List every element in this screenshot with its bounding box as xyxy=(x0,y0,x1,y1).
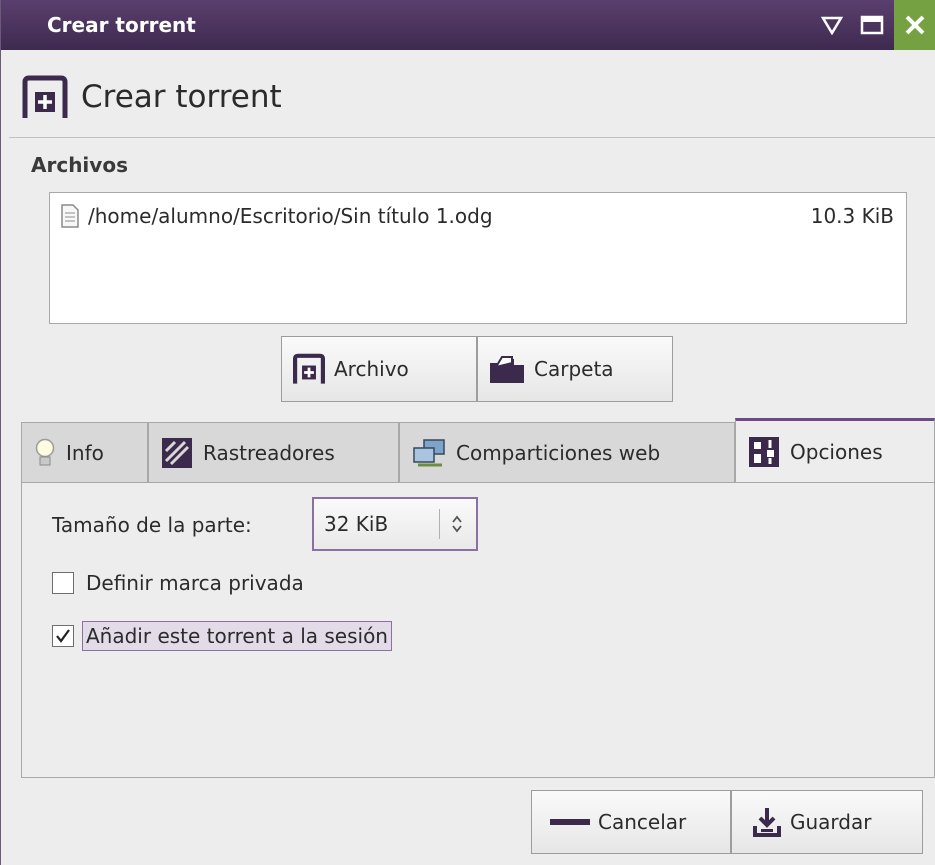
private-flag-checkbox[interactable] xyxy=(52,572,74,594)
select-divider xyxy=(439,509,440,539)
cancel-button[interactable]: Cancelar xyxy=(531,790,731,854)
tab-options[interactable]: Opciones xyxy=(735,418,935,482)
close-button[interactable] xyxy=(894,0,935,50)
tab-web-seeds-label: Comparticiones web xyxy=(456,440,661,465)
add-folder-button[interactable]: Carpeta xyxy=(477,336,673,402)
piece-size-value: 32 KiB xyxy=(324,512,389,536)
tab-info[interactable]: Info xyxy=(21,422,148,482)
minus-icon xyxy=(550,819,590,825)
files-section-label: Archivos xyxy=(31,153,128,177)
add-to-session-label: Añadir este torrent a la sesión xyxy=(82,621,392,651)
options-icon xyxy=(749,436,779,467)
updown-arrows-icon xyxy=(452,515,462,533)
file-size: 10.3 KiB xyxy=(810,204,894,228)
save-label: Guardar xyxy=(790,810,872,834)
tab-options-label: Opciones xyxy=(790,439,883,464)
dialog-heading: Crear torrent xyxy=(81,79,282,115)
add-to-session-row[interactable]: Añadir este torrent a la sesión xyxy=(52,621,392,651)
file-path: /home/alumno/Escritorio/Sin título 1.odg xyxy=(88,204,493,228)
add-to-session-checkbox[interactable] xyxy=(52,625,74,647)
cancel-label: Cancelar xyxy=(598,810,687,834)
list-item[interactable]: /home/alumno/Escritorio/Sin título 1.odg… xyxy=(60,201,894,231)
window-title: Crear torrent xyxy=(47,13,196,37)
minimize-button[interactable] xyxy=(813,0,851,50)
triangle-down-icon xyxy=(821,16,843,35)
close-icon xyxy=(905,15,925,35)
private-flag-label: Definir marca privada xyxy=(86,571,304,595)
title-bar[interactable]: Crear torrent xyxy=(1,0,935,50)
add-folder-label: Carpeta xyxy=(534,357,614,381)
document-icon xyxy=(61,204,79,228)
piece-size-label: Tamaño de la parte: xyxy=(52,513,252,537)
files-list[interactable]: /home/alumno/Escritorio/Sin título 1.odg… xyxy=(49,192,907,324)
lightbulb-icon xyxy=(35,438,55,465)
tab-info-label: Info xyxy=(66,440,104,465)
maximize-button[interactable] xyxy=(853,0,891,50)
dialog-header: Crear torrent xyxy=(21,70,282,124)
tab-web-seeds[interactable]: Comparticiones web xyxy=(399,422,735,482)
network-icon xyxy=(413,438,445,466)
options-panel: Tamaño de la parte: 32 KiB Definir marca… xyxy=(21,482,935,778)
trackers-icon xyxy=(162,437,192,468)
create-torrent-dialog: Crear torrent Crear torrent Archivos /ho… xyxy=(0,0,935,865)
add-file-icon xyxy=(22,75,68,118)
save-button[interactable]: Guardar xyxy=(731,790,923,854)
tab-trackers-label: Rastreadores xyxy=(203,440,335,465)
folder-icon xyxy=(490,356,524,383)
checkmark-icon xyxy=(56,629,70,643)
maximize-icon xyxy=(860,15,884,35)
header-divider xyxy=(9,137,935,138)
tab-bar: Info Rastreadores Comparticiones web Opc… xyxy=(21,418,935,482)
private-flag-row[interactable]: Definir marca privada xyxy=(52,571,304,595)
add-file-button[interactable]: Archivo xyxy=(281,336,477,402)
save-icon xyxy=(753,808,781,837)
piece-size-select[interactable]: 32 KiB xyxy=(312,497,478,551)
add-file-icon xyxy=(293,353,325,384)
tab-trackers[interactable]: Rastreadores xyxy=(148,422,399,482)
add-file-label: Archivo xyxy=(334,357,409,381)
